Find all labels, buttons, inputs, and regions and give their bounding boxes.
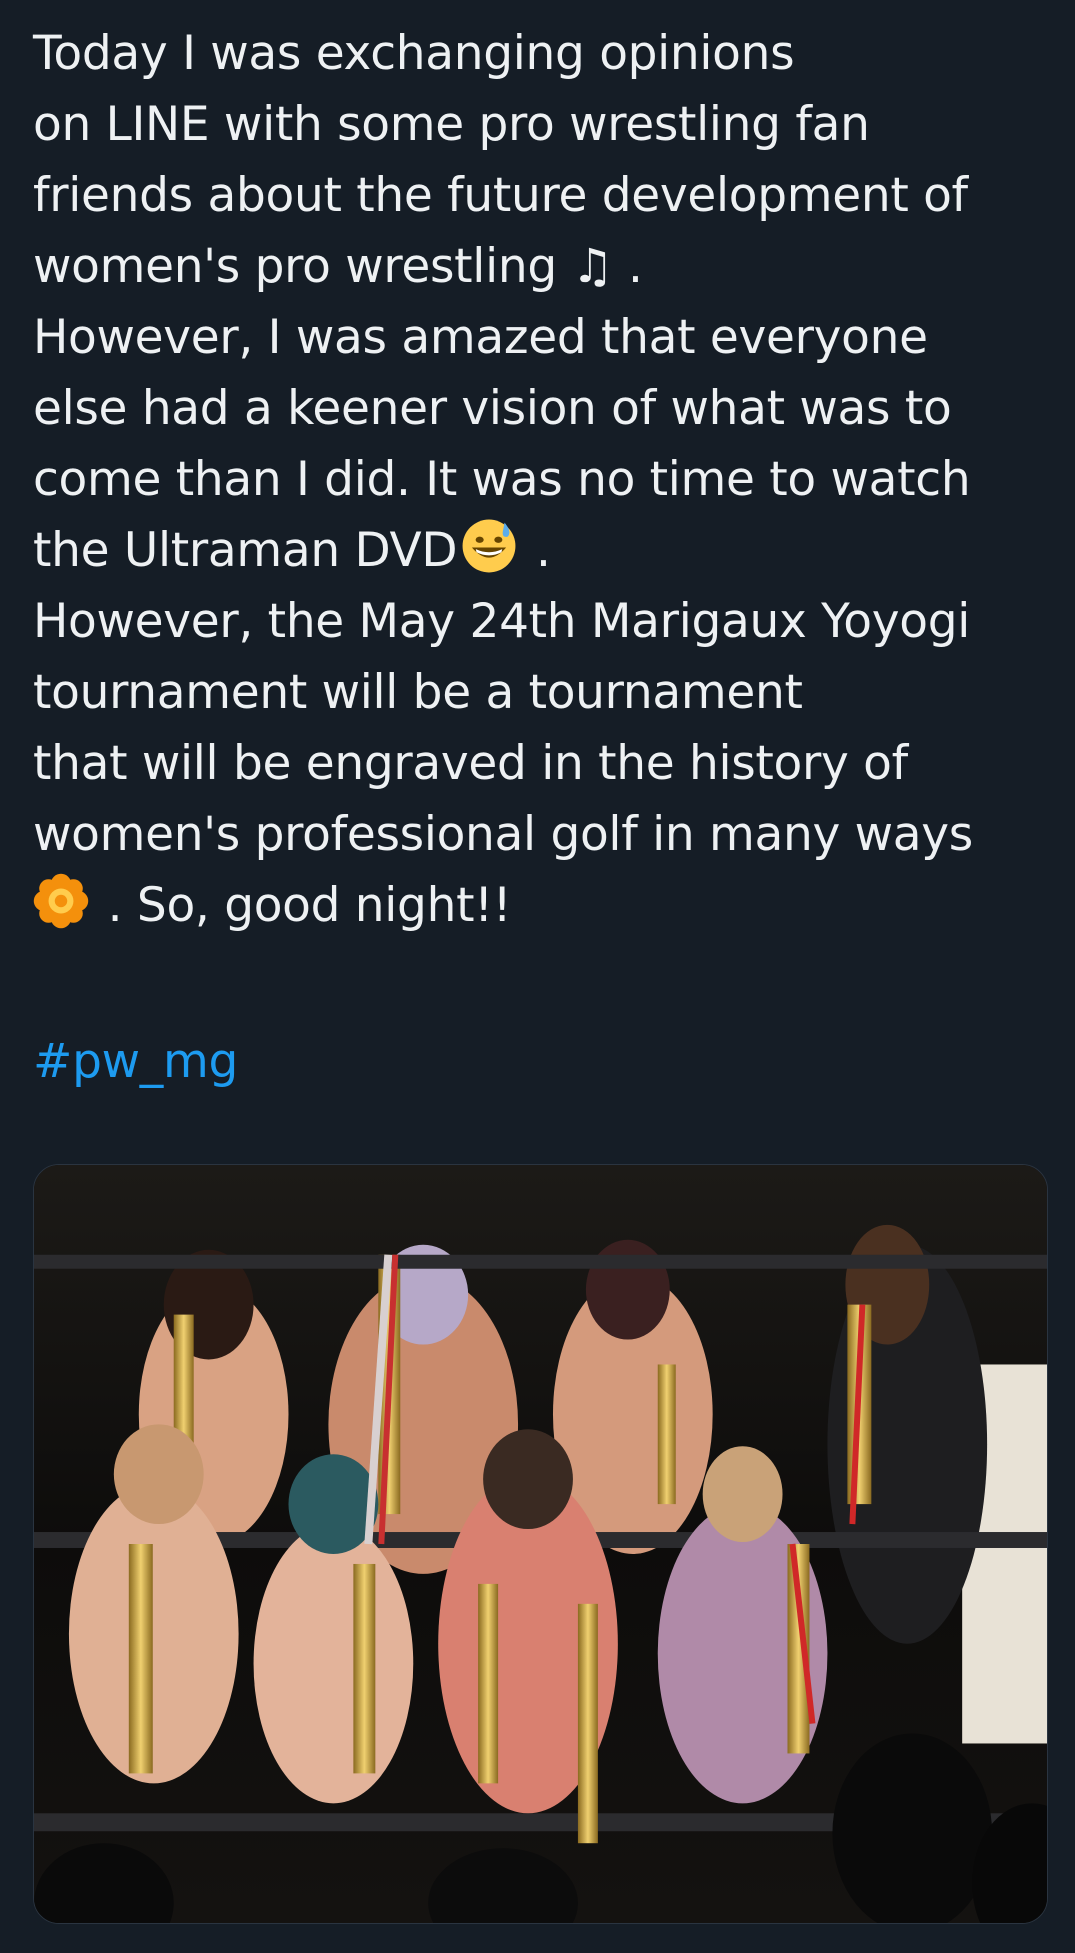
tweet-line: that will be engraved in the history of bbox=[33, 736, 908, 791]
tweet-photo[interactable] bbox=[33, 1164, 1048, 1924]
tweet-body: Today I was exchanging opinions on LINE … bbox=[33, 18, 1043, 941]
wrestlers-with-trophies-photo bbox=[34, 1165, 1047, 1923]
tweet-line: However, the May 24th Marigaux Yoyogi bbox=[33, 594, 971, 649]
grinning-face-with-sweat-icon bbox=[462, 519, 516, 573]
tweet-line: on LINE with some pro wrestling fan bbox=[33, 97, 870, 152]
tweet-line-with-emoji: . So, good night!! bbox=[33, 870, 1043, 941]
tweet-line-text: the Ultraman DVD bbox=[33, 523, 458, 578]
orange-flower-icon bbox=[33, 873, 89, 929]
tweet-line: However, I was amazed that everyone bbox=[33, 310, 928, 365]
tweet-line: else had a keener vision of what was to bbox=[33, 381, 952, 436]
tweet-line: Today I was exchanging opinions bbox=[33, 26, 795, 81]
tweet-line: women's professional golf in many ways bbox=[33, 807, 973, 862]
hashtag-link[interactable]: #pw_mg bbox=[33, 1026, 238, 1097]
tweet-line-text: . So, good night!! bbox=[93, 878, 512, 933]
tweet-line-with-emoji: the Ultraman DVD . bbox=[33, 515, 1043, 586]
tweet-line: tournament will be a tournament bbox=[33, 665, 803, 720]
tweet-line: come than I did. It was no time to watch bbox=[33, 452, 971, 507]
tweet-line: friends about the future development of bbox=[33, 168, 968, 223]
tweet-container: Today I was exchanging opinions on LINE … bbox=[0, 0, 1075, 1953]
tweet-line: women's pro wrestling ♫ . bbox=[33, 239, 643, 294]
tweet-line-text: . bbox=[521, 523, 551, 578]
